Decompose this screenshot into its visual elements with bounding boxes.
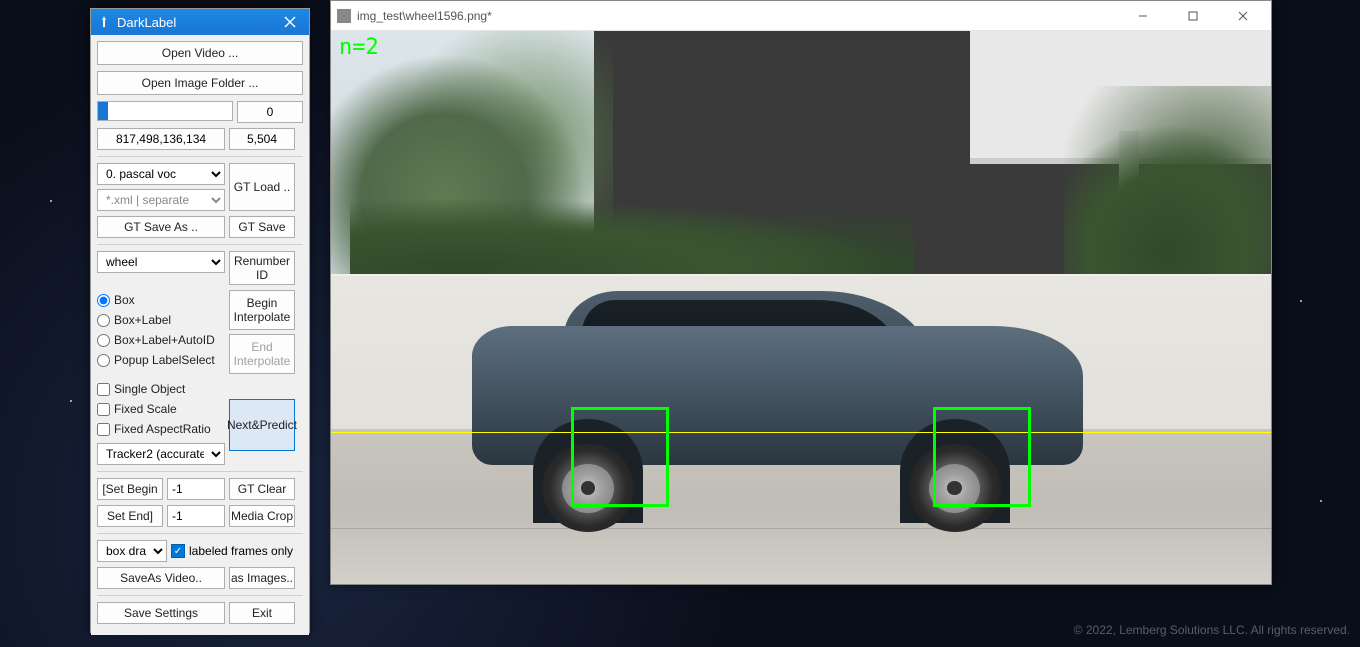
gt-save-as-button[interactable]: GT Save As .. bbox=[97, 216, 225, 238]
save-settings-button[interactable]: Save Settings bbox=[97, 602, 225, 624]
radio-box-autoid[interactable]: Box+Label+AutoID bbox=[97, 330, 225, 350]
class-select[interactable]: wheel bbox=[97, 251, 225, 273]
radio-popup[interactable]: Popup LabelSelect bbox=[97, 350, 225, 370]
minimize-icon[interactable] bbox=[1121, 2, 1165, 30]
end-interpolate-button[interactable]: EndInterpolate bbox=[229, 334, 295, 374]
labeled-only-label: labeled frames only bbox=[189, 544, 293, 558]
set-begin-button[interactable]: [Set Begin bbox=[97, 478, 163, 500]
scene-background bbox=[331, 31, 1271, 584]
labeled-only-checkbox[interactable]: ✓ bbox=[171, 544, 185, 558]
set-begin-input[interactable] bbox=[167, 478, 225, 500]
begin-interpolate-button[interactable]: BeginInterpolate bbox=[229, 290, 295, 330]
slider-value-readout: 0 bbox=[237, 101, 303, 123]
check-fixed-scale[interactable]: Fixed Scale bbox=[97, 399, 225, 419]
open-video-button[interactable]: Open Video ... bbox=[97, 41, 303, 65]
bounding-box[interactable] bbox=[571, 407, 670, 507]
image-viewer-window: img_test\wheel1596.png* bbox=[330, 0, 1272, 585]
sidebar-titlebar[interactable]: DarkLabel bbox=[91, 9, 309, 35]
viewer-title: img_test\wheel1596.png* bbox=[357, 9, 1115, 23]
frame-count-readout: 5,504 bbox=[229, 128, 295, 150]
renumber-id-button[interactable]: Renumber ID bbox=[229, 251, 295, 285]
bounding-box[interactable] bbox=[933, 407, 1032, 507]
maximize-icon[interactable] bbox=[1171, 2, 1215, 30]
sidebar-title: DarkLabel bbox=[117, 15, 271, 30]
set-end-input[interactable] bbox=[167, 505, 225, 527]
gt-load-button[interactable]: GT Load .. bbox=[229, 163, 295, 211]
format-select[interactable]: 0. pascal voc bbox=[97, 163, 225, 185]
draw-mode-select[interactable]: box drawi bbox=[97, 540, 167, 562]
frame-slider[interactable] bbox=[97, 101, 233, 121]
darklabel-panel: DarkLabel Open Video ... Open Image Fold… bbox=[90, 8, 310, 633]
gt-clear-button[interactable]: GT Clear bbox=[229, 478, 295, 500]
radio-box[interactable]: Box bbox=[97, 290, 225, 310]
viewer-titlebar[interactable]: img_test\wheel1596.png* bbox=[331, 1, 1271, 31]
check-single-object[interactable]: Single Object bbox=[97, 379, 225, 399]
overlay-count: n=2 bbox=[339, 35, 379, 60]
close-icon[interactable] bbox=[277, 11, 303, 33]
ext-select[interactable]: *.xml | separate bbox=[97, 189, 225, 211]
as-images-button[interactable]: as Images.. bbox=[229, 567, 295, 589]
open-image-folder-button[interactable]: Open Image Folder ... bbox=[97, 71, 303, 95]
viewer-canvas[interactable]: n=2 bbox=[331, 31, 1271, 584]
frame-index-readout: 817,498,136,134 bbox=[97, 128, 225, 150]
viewer-app-icon bbox=[337, 9, 351, 23]
radio-box-label[interactable]: Box+Label bbox=[97, 310, 225, 330]
save-as-video-button[interactable]: SaveAs Video.. bbox=[97, 567, 225, 589]
close-window-icon[interactable] bbox=[1221, 2, 1265, 30]
next-predict-button[interactable]: Next&Predict bbox=[229, 399, 295, 451]
check-fixed-aspect[interactable]: Fixed AspectRatio bbox=[97, 419, 225, 439]
tracker-select[interactable]: Tracker2 (accurate) bbox=[97, 443, 225, 465]
slider-thumb[interactable] bbox=[98, 102, 108, 120]
crosshair-horizontal bbox=[331, 432, 1271, 433]
watermark-text: © 2022, Lemberg Solutions LLC. All right… bbox=[1074, 623, 1350, 637]
set-end-button[interactable]: Set End] bbox=[97, 505, 163, 527]
media-crop-button[interactable]: Media Crop bbox=[229, 505, 295, 527]
app-icon bbox=[97, 15, 111, 29]
exit-button[interactable]: Exit bbox=[229, 602, 295, 624]
gt-save-button[interactable]: GT Save bbox=[229, 216, 295, 238]
